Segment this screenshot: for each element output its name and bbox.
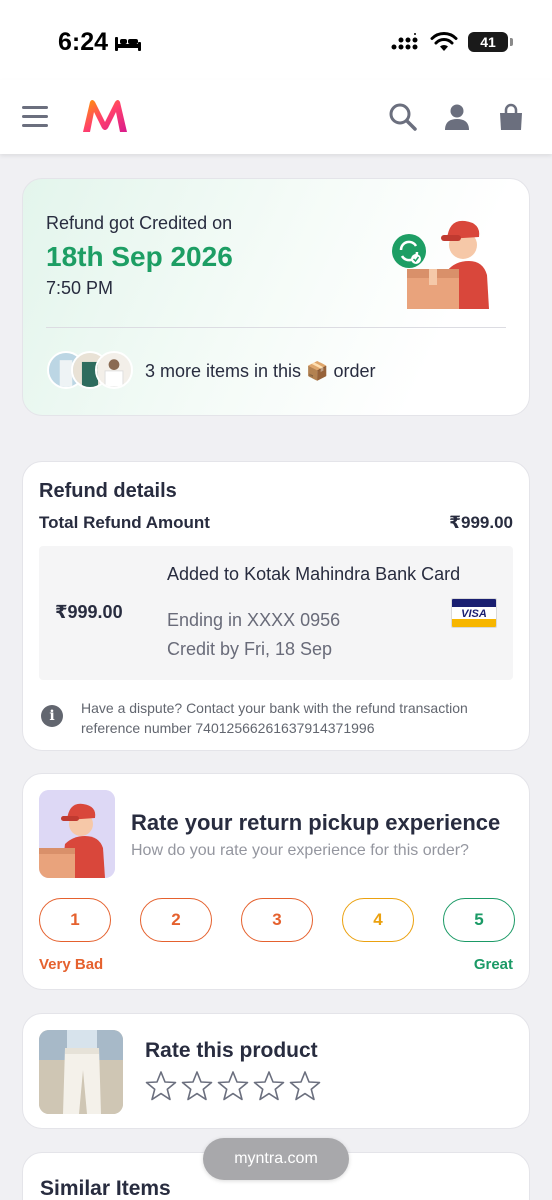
dispute-note: Have a dispute? Contact your bank with t… xyxy=(81,700,468,736)
url-text: myntra.com xyxy=(234,1150,318,1167)
pickup-agent-illustration xyxy=(39,790,115,878)
rating-button-4[interactable]: 4 xyxy=(342,898,414,942)
rating-button-1[interactable]: 1 xyxy=(39,898,111,942)
rate-product-title: Rate this product xyxy=(145,1039,318,1062)
search-icon[interactable] xyxy=(388,102,418,132)
rating-button-3[interactable]: 3 xyxy=(241,898,313,942)
battery-indicator: 41 xyxy=(468,32,513,52)
credit-by-text: Credit by Fri, 18 Sep xyxy=(167,639,333,659)
header-actions xyxy=(388,102,526,132)
status-bar: 6:24 41 xyxy=(0,0,552,80)
wifi-icon xyxy=(430,32,458,51)
rate-pickup-card: Rate your return pickup experience How d… xyxy=(22,773,530,990)
sleep-mode-icon xyxy=(115,36,142,51)
refund-time: 7:50 PM xyxy=(46,278,114,298)
rate-pickup-subtitle: How do you rate your experience for this… xyxy=(131,842,469,859)
signal-icon xyxy=(391,33,418,50)
browser-url-pill[interactable]: myntra.com xyxy=(203,1138,349,1180)
rating-button-2[interactable]: 2 xyxy=(140,898,212,942)
item-thumbnails[interactable] xyxy=(47,351,135,391)
menu-icon[interactable] xyxy=(22,106,48,128)
star-rating xyxy=(145,1070,321,1102)
refund-destination-amount: ₹999.00 xyxy=(55,602,123,622)
total-refund-label: Total Refund Amount xyxy=(39,513,210,532)
star-icon[interactable] xyxy=(145,1070,177,1102)
divider xyxy=(46,327,506,328)
status-time: 6:24 xyxy=(58,28,142,57)
rating-button-5[interactable]: 5 xyxy=(443,898,515,942)
rating-buttons: 12345 xyxy=(39,898,515,942)
profile-icon[interactable] xyxy=(442,102,472,132)
card-ending-text: Ending in XXXX 0956 xyxy=(167,610,341,630)
similar-items-title: Similar Items xyxy=(40,1177,171,1200)
rating-low-label: Very Bad xyxy=(39,956,104,973)
rate-product-card: Rate this product xyxy=(22,1013,530,1129)
more-items-link[interactable]: 3 more items in this 📦 order xyxy=(145,361,375,382)
item-thumbnail xyxy=(95,351,133,389)
battery-level: 41 xyxy=(480,34,496,50)
app-header xyxy=(0,80,552,154)
visa-card-icon: VISA xyxy=(451,598,497,628)
refund-details-card: Refund details Total Refund Amount ₹999.… xyxy=(22,461,530,751)
refund-details-title: Refund details xyxy=(39,480,177,502)
rate-pickup-title: Rate your return pickup experience xyxy=(131,810,501,835)
refund-destination-text: Added to Kotak Mahindra Bank Card xyxy=(167,564,461,584)
star-icon[interactable] xyxy=(217,1070,249,1102)
time-text: 6:24 xyxy=(58,28,109,56)
bag-icon[interactable] xyxy=(496,102,526,132)
product-image[interactable] xyxy=(39,1030,123,1114)
refund-date: 18th Sep 2026 xyxy=(46,241,233,272)
info-icon: i xyxy=(41,705,63,727)
rating-high-label: Great xyxy=(473,956,513,973)
myntra-logo[interactable] xyxy=(80,98,130,134)
refund-status-card: Refund got Credited on 18th Sep 2026 7:5… xyxy=(22,178,530,416)
refund-status-label: Refund got Credited on xyxy=(46,213,233,233)
star-icon[interactable] xyxy=(253,1070,285,1102)
star-icon[interactable] xyxy=(181,1070,213,1102)
star-icon[interactable] xyxy=(289,1070,321,1102)
total-refund-amount: ₹999.00 xyxy=(449,513,513,532)
delivery-person-illustration xyxy=(392,220,489,309)
status-right: 41 xyxy=(390,32,513,52)
refund-destination-box: ₹999.00 Added to Kotak Mahindra Bank Car… xyxy=(39,546,513,680)
